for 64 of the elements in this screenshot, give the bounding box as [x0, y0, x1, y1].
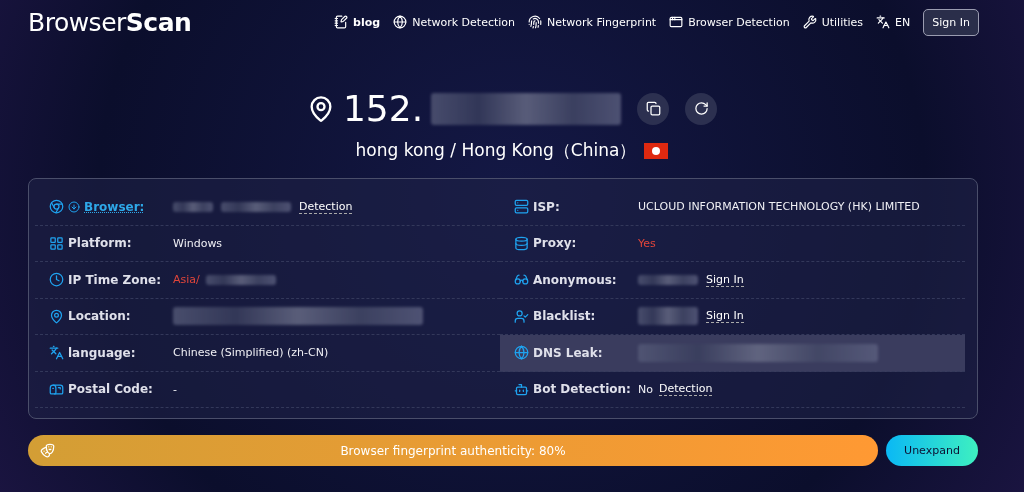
nav-link[interactable]: Network Detection: [393, 15, 516, 29]
field-label: ISP:: [533, 199, 560, 214]
chrome-icon: [49, 199, 64, 215]
masks-icon: [40, 443, 55, 458]
field-label: Blacklist:: [533, 309, 596, 324]
unexpand-button[interactable]: Unexpand: [886, 435, 978, 466]
field-label: IP Time Zone:: [68, 272, 161, 287]
nav-link[interactable]: Browser Detection: [669, 15, 790, 29]
field-value: Chinese (Simplified) (zh-CN): [173, 346, 329, 360]
database-icon: [514, 235, 529, 251]
copy-button[interactable]: [637, 92, 670, 125]
field-value: Yes: [638, 236, 656, 250]
field-value: Windows: [173, 236, 223, 250]
field-value: UCLOUD INFORMATION TECHNOLOGY (HK) LIMITED: [638, 200, 920, 214]
blurred-value: [221, 201, 291, 212]
field-value: Asia/: [173, 273, 200, 287]
blurred-value: [638, 274, 698, 285]
detail-link[interactable]: Sign In: [706, 272, 744, 287]
server-icon: [514, 199, 529, 215]
translate-icon: [876, 15, 891, 29]
browser-link[interactable]: Browser:: [84, 199, 145, 214]
download-icon: [68, 200, 80, 213]
authenticity-text: Browser fingerprint authenticity: 80%: [340, 443, 566, 458]
field-label: Postal Code:: [68, 382, 153, 397]
field-value: -: [173, 382, 177, 396]
copy-icon: [645, 101, 661, 116]
detail-link[interactable]: Detection: [658, 382, 713, 397]
field-label: Proxy:: [533, 236, 577, 251]
sign-in-button[interactable]: Sign In: [923, 8, 979, 36]
mailbox-icon: [49, 381, 64, 397]
detail-link[interactable]: Detection: [299, 199, 353, 214]
globe-icon: [393, 15, 408, 29]
map-pin-icon: [49, 308, 64, 324]
nav-link[interactable]: EN: [876, 15, 911, 29]
nav-link[interactable]: Network Fingerprint: [528, 15, 657, 29]
nav-link[interactable]: Utilities: [802, 15, 864, 29]
blurred-value: [638, 307, 698, 326]
ip-address: 152.: [342, 88, 424, 129]
user-icon: [514, 308, 529, 324]
clock-icon: [49, 272, 64, 288]
field-label: DNS Leak:: [533, 345, 603, 360]
wrench-icon: [802, 15, 817, 29]
logo[interactable]: BrowserScan: [28, 7, 192, 37]
blurred-value: [205, 274, 276, 285]
translate-icon: [49, 345, 64, 361]
refresh-button[interactable]: [685, 92, 718, 125]
field-value: No: [638, 382, 653, 396]
notebook-icon: [334, 15, 349, 29]
field-label: Platform:: [68, 236, 132, 251]
fingerprint-icon: [528, 15, 543, 29]
field-label: Location:: [68, 309, 131, 324]
detail-link[interactable]: Sign In: [706, 309, 744, 324]
flag-icon: [644, 142, 669, 159]
robot-icon: [514, 381, 529, 397]
location-text: hong kong / Hong Kong（China）: [355, 139, 637, 162]
nav-link[interactable]: blog: [334, 15, 381, 29]
field-label: language:: [68, 345, 136, 360]
field-label: Anonymous:: [533, 272, 617, 287]
globe-icon: [514, 345, 529, 361]
refresh-icon: [693, 101, 709, 116]
field-label: Bot Detection:: [533, 382, 631, 397]
windows-icon: [49, 235, 64, 251]
blurred-value: [173, 201, 213, 212]
window-icon: [669, 15, 684, 29]
